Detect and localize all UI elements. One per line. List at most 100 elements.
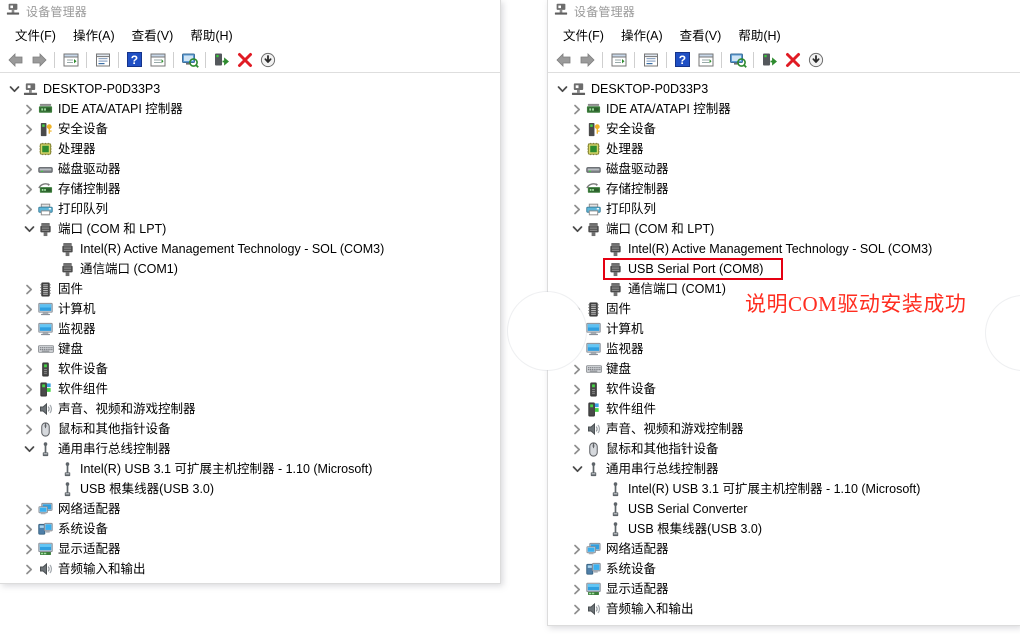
tree-node[interactable]: 软件设备 [0,359,500,379]
chevron-right-icon[interactable] [22,119,37,139]
menu-help[interactable]: 帮助(H) [182,23,241,46]
chevron-right-icon[interactable] [22,379,37,399]
chevron-down-icon[interactable] [570,459,585,479]
tree-node[interactable]: 系统设备 [548,559,1020,579]
chevron-right-icon[interactable] [22,279,37,299]
tree-node[interactable]: 存储控制器 [548,179,1020,199]
chevron-right-icon[interactable] [570,319,585,339]
update-driver-icon[interactable] [210,49,233,71]
chevron-right-icon[interactable] [570,419,585,439]
chevron-right-icon[interactable] [22,159,37,179]
tree-node[interactable]: 通用串行总线控制器 [0,439,500,459]
chevron-right-icon[interactable] [570,559,585,579]
tree-node[interactable]: USB 根集线器(USB 3.0) [548,519,1020,539]
tree-node[interactable]: 打印队列 [548,199,1020,219]
chevron-right-icon[interactable] [570,179,585,199]
tree-node[interactable]: Intel(R) Active Management Technology - … [0,239,500,259]
help-icon[interactable]: ? [671,49,694,71]
disable-device-icon[interactable] [804,49,827,71]
chevron-right-icon[interactable] [570,539,585,559]
chevron-right-icon[interactable] [22,359,37,379]
tree-node[interactable]: 网络适配器 [0,499,500,519]
tree-node[interactable]: 键盘 [548,359,1020,379]
scan-hardware-icon[interactable] [726,49,749,71]
tree-node[interactable]: 存储控制器 [0,179,500,199]
tree-node[interactable]: 音频输入和输出 [548,599,1020,619]
tree-node[interactable]: DESKTOP-P0D33P3 [548,79,1020,99]
tree-node[interactable]: 通信端口 (COM1) [0,259,500,279]
tree-node[interactable]: Intel(R) Active Management Technology - … [548,239,1020,259]
menu-help[interactable]: 帮助(H) [730,23,789,46]
chevron-right-icon[interactable] [570,339,585,359]
tree-node[interactable]: DESKTOP-P0D33P3 [0,79,500,99]
detail-view-icon[interactable] [146,49,169,71]
menu-file[interactable]: 文件(F) [555,23,613,46]
tree-node[interactable]: 处理器 [0,139,500,159]
tree-node[interactable]: 键盘 [0,339,500,359]
tree-node[interactable]: 端口 (COM 和 LPT) [0,219,500,239]
chevron-down-icon[interactable] [22,439,37,459]
chevron-right-icon[interactable] [570,399,585,419]
chevron-right-icon[interactable] [570,439,585,459]
scan-hardware-icon[interactable] [178,49,201,71]
tree-node[interactable]: 软件组件 [548,399,1020,419]
tree-node[interactable]: 安全设备 [548,119,1020,139]
device-tree[interactable]: DESKTOP-P0D33P3 IDE ATA/ATAPI 控制器 安全设备 处理器磁… [548,73,1020,624]
chevron-down-icon[interactable] [555,79,570,99]
tree-node[interactable]: 网络适配器 [548,539,1020,559]
tree-node[interactable]: 鼠标和其他指针设备 [548,439,1020,459]
tree-node[interactable]: 端口 (COM 和 LPT) [548,219,1020,239]
chevron-right-icon[interactable] [22,299,37,319]
tree-node[interactable]: 显示适配器 [548,579,1020,599]
chevron-right-icon[interactable] [22,539,37,559]
tree-node[interactable]: 安全设备 [0,119,500,139]
menu-action[interactable]: 操作(A) [65,23,124,46]
tree-node[interactable]: 通用串行总线控制器 [548,459,1020,479]
tree-node[interactable]: USB Serial Converter [548,499,1020,519]
chevron-down-icon[interactable] [570,219,585,239]
chevron-right-icon[interactable] [570,119,585,139]
tree-node[interactable]: 计算机 [548,319,1020,339]
tree-node[interactable]: 监视器 [0,319,500,339]
menu-view[interactable]: 查看(V) [672,23,731,46]
tree-node[interactable]: 音频输入和输出 [0,559,500,579]
tree-node[interactable]: 声音、视频和游戏控制器 [0,399,500,419]
tree-node[interactable]: 磁盘驱动器 [0,159,500,179]
tree-node[interactable]: 软件组件 [0,379,500,399]
tree-node[interactable]: IDE ATA/ATAPI 控制器 [0,99,500,119]
detail-view-icon[interactable] [694,49,717,71]
chevron-right-icon[interactable] [570,99,585,119]
tree-node[interactable]: 声音、视频和游戏控制器 [548,419,1020,439]
tree-node[interactable]: 固件 [0,279,500,299]
tree-node[interactable]: 显示适配器 [0,539,500,559]
tree-node[interactable]: USB 根集线器(USB 3.0) [0,479,500,499]
properties-icon[interactable] [91,49,114,71]
chevron-right-icon[interactable] [22,179,37,199]
uninstall-device-icon[interactable] [781,49,804,71]
chevron-right-icon[interactable] [570,299,585,319]
chevron-right-icon[interactable] [22,419,37,439]
properties-icon[interactable] [639,49,662,71]
chevron-right-icon[interactable] [22,499,37,519]
chevron-right-icon[interactable] [22,399,37,419]
tree-node[interactable]: 处理器 [548,139,1020,159]
chevron-right-icon[interactable] [22,519,37,539]
forward-arrow-icon[interactable] [27,49,50,71]
chevron-down-icon[interactable] [7,79,22,99]
show-hidden-tree-icon[interactable] [59,49,82,71]
tree-node[interactable]: 磁盘驱动器 [548,159,1020,179]
help-icon[interactable]: ? [123,49,146,71]
tree-node[interactable]: Intel(R) USB 3.1 可扩展主机控制器 - 1.10 (Micros… [0,459,500,479]
menu-view[interactable]: 查看(V) [124,23,183,46]
chevron-right-icon[interactable] [570,199,585,219]
tree-node[interactable]: 软件设备 [548,379,1020,399]
chevron-right-icon[interactable] [570,139,585,159]
chevron-right-icon[interactable] [22,319,37,339]
menu-file[interactable]: 文件(F) [7,23,65,46]
forward-arrow-icon[interactable] [575,49,598,71]
tree-node[interactable]: IDE ATA/ATAPI 控制器 [548,99,1020,119]
device-tree[interactable]: DESKTOP-P0D33P3 IDE ATA/ATAPI 控制器 安全设备 处理器磁… [0,73,500,582]
uninstall-device-icon[interactable] [233,49,256,71]
chevron-right-icon[interactable] [570,599,585,619]
back-arrow-icon[interactable] [552,49,575,71]
